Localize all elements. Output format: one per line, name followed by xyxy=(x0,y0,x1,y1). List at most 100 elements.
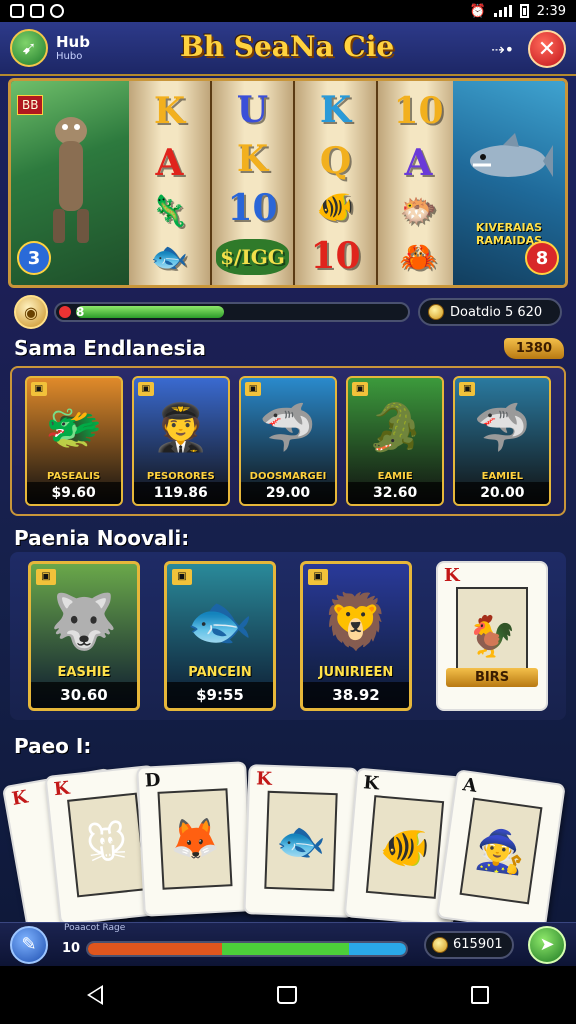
card-rank: K xyxy=(362,772,380,795)
card-name: DOOSMARGEI xyxy=(249,471,327,482)
reel-symbol: 🐟 xyxy=(150,240,189,275)
reel-symbol: 🐡 xyxy=(399,194,438,229)
playing-card[interactable]: K 🐟 xyxy=(243,764,359,918)
hub-title: Hub xyxy=(56,33,90,52)
dragon-creature-art xyxy=(53,117,89,243)
section-title: Sama Endlanesia xyxy=(14,336,206,360)
card-price: $9:55 xyxy=(167,682,273,708)
reel-2: U K 10 $/IGG xyxy=(212,81,293,285)
compass-icon: ➹ xyxy=(21,37,37,59)
card-price: 38.92 xyxy=(303,682,409,708)
playing-card-game[interactable]: K 🐓 BIRS xyxy=(436,561,548,711)
game-card[interactable]: ▣ 🐲 PASEALIS $9.60 xyxy=(24,376,123,506)
card-art: 🐟 xyxy=(186,590,254,653)
reel-symbol: U xyxy=(236,88,269,131)
card-price: 32.60 xyxy=(348,482,443,504)
reel-symbol: 10 xyxy=(310,234,361,277)
playing-card[interactable]: A 🧙 xyxy=(436,769,566,933)
game-card[interactable]: ▣ 🧑‍✈️ PESORORES 119.86 xyxy=(131,376,230,506)
balance-display[interactable]: Doatdio 5 620 xyxy=(418,298,562,326)
hub-label: Hub Hubo xyxy=(56,34,90,62)
card-tag-icon: ▣ xyxy=(352,382,369,396)
back-icon[interactable] xyxy=(87,985,103,1005)
game-card[interactable]: ▣ 🦈 EAMIEL 20.00 xyxy=(453,376,552,506)
signal-icon xyxy=(493,5,512,17)
card-price: 20.00 xyxy=(455,482,550,504)
featured-games-row: ▣ 🐲 PASEALIS $9.60 ▣ 🧑‍✈️ PESORORES 119.… xyxy=(10,366,566,516)
spin-button[interactable]: ➤ xyxy=(528,925,566,964)
game-card[interactable]: ▣ 🐺 EASHIE 30.60 xyxy=(28,561,140,711)
level-progress-fill xyxy=(76,306,224,318)
reels: K A 🦎 🐟 U K 10 $/IGG K Q 🐠 10 10 A 🐡 🦀 xyxy=(129,81,459,285)
section-title: Paeo I: xyxy=(14,734,92,758)
reel-symbol: 🦀 xyxy=(399,240,438,275)
card-name: JUNIRIEEN xyxy=(318,665,394,680)
xp-bar-segment xyxy=(221,942,349,955)
bottom-balance[interactable]: 615901 xyxy=(424,930,514,959)
card-rank: K xyxy=(444,565,460,586)
card-art: 🐲 xyxy=(44,400,103,454)
card-rank: K xyxy=(10,786,30,810)
bottom-bar: ✎ Poaacot Rage 10 615901 ➤ xyxy=(0,922,576,966)
recent-apps-icon[interactable] xyxy=(471,986,489,1004)
close-button[interactable]: ✕ xyxy=(528,30,566,68)
status-bar: ⏰ 2:39 xyxy=(0,0,576,22)
card-price: 119.86 xyxy=(133,482,228,504)
xp-bar xyxy=(86,940,408,957)
reel-symbol: A xyxy=(404,142,433,184)
share-button[interactable]: ⇢• xyxy=(491,40,514,59)
section-count-pill[interactable]: 1380 xyxy=(503,338,564,359)
notification-icon xyxy=(50,4,64,18)
card-price: 30.60 xyxy=(31,682,137,708)
game-title: Bh SeaNa Cie xyxy=(180,30,395,63)
card-art: 🦁 xyxy=(322,590,390,653)
card-rank: K xyxy=(52,777,71,801)
reel-symbol: 10 xyxy=(227,186,278,229)
new-games-row: ▣ 🐺 EASHIE 30.60 ▣ 🐟 PANCEIN $9:55 ▣ 🦁 J… xyxy=(10,552,566,720)
xp-meter: Poaacot Rage 10 xyxy=(60,923,416,963)
card-tag-icon: ▣ xyxy=(30,382,47,396)
reel-symbol: Q xyxy=(319,139,352,182)
xp-bar-segment xyxy=(348,942,406,955)
alarm-icon: ⏰ xyxy=(469,3,486,19)
reel-symbol: 🦎 xyxy=(150,194,189,229)
card-fan: K K 🐭 D 🦊 K 🐟 K 🐠 A 🧙 xyxy=(0,761,576,935)
reel-symbol: 10 xyxy=(393,90,444,132)
reel-3: K Q 🐠 10 xyxy=(295,81,376,285)
battery-icon xyxy=(519,4,529,18)
game-card[interactable]: ▣ 🦁 JUNIRIEEN 38.92 xyxy=(300,561,412,711)
bet-button[interactable]: ✎ xyxy=(10,925,48,964)
card-art: 🐟 xyxy=(264,790,338,892)
game-card[interactable]: ▣ 🐟 PANCEIN $9:55 xyxy=(164,561,276,711)
card-tag-icon: ▣ xyxy=(137,382,154,396)
playing-card[interactable]: D 🦊 xyxy=(136,761,254,917)
notification-icons xyxy=(10,4,64,18)
coin-icon xyxy=(432,936,448,953)
close-icon: ✕ xyxy=(537,36,557,62)
level-progress-bar: 8 xyxy=(54,302,410,322)
reel-symbol: A xyxy=(155,142,184,184)
hub-button[interactable]: ➹ xyxy=(10,29,48,67)
card-ribbon: BIRS xyxy=(446,668,538,687)
left-multiplier-badge[interactable]: 3 xyxy=(17,241,51,275)
card-art: 🐺 xyxy=(50,590,118,653)
coin-icon xyxy=(428,304,444,320)
right-multiplier-badge[interactable]: 8 xyxy=(525,241,559,275)
share-icon: ⇢• xyxy=(491,40,514,59)
card-art: 🦈 xyxy=(473,400,531,454)
card-tag-icon: ▣ xyxy=(308,569,328,585)
card-art: 🧙 xyxy=(459,797,543,905)
play-arrow-icon: ➤ xyxy=(539,934,555,955)
reel-symbol: K xyxy=(153,90,186,132)
card-name: PESORORES xyxy=(146,471,215,482)
coin-button[interactable]: ◉ xyxy=(14,295,48,329)
balance-label: Doatdio 5 620 xyxy=(450,304,543,320)
home-icon[interactable] xyxy=(277,986,297,1004)
xp-bar-segment xyxy=(88,942,222,955)
card-name: EAMIE xyxy=(377,471,413,482)
progress-row: ◉ 8 Doatdio 5 620 xyxy=(14,294,566,330)
pencil-icon: ✎ xyxy=(21,934,37,955)
game-card[interactable]: ▣ 🦈 DOOSMARGEI 29.00 xyxy=(238,376,337,506)
notification-icon xyxy=(10,4,24,18)
game-card[interactable]: ▣ 🐊 EAMIE 32.60 xyxy=(346,376,445,506)
